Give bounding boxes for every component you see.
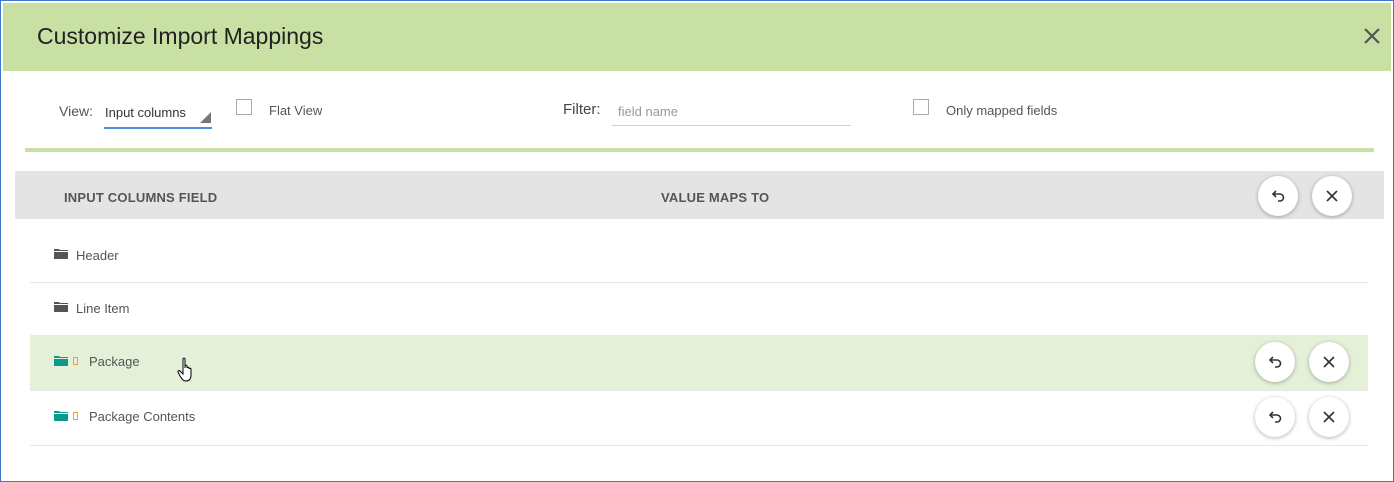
close-icon <box>1323 411 1335 423</box>
dropdown-triangle-icon <box>200 112 211 123</box>
reset-all-button[interactable] <box>1258 176 1298 216</box>
view-label: View: <box>59 103 93 119</box>
dialog-title: Customize Import Mappings <box>37 23 324 49</box>
folder-icon <box>54 356 68 366</box>
clear-row-button[interactable] <box>1309 397 1349 437</box>
close-icon[interactable] <box>1361 25 1383 47</box>
flat-view-label: Flat View <box>269 103 323 118</box>
row-label: Header <box>76 248 119 263</box>
undo-icon <box>1268 356 1282 368</box>
clear-row-button[interactable] <box>1309 342 1349 382</box>
undo-icon <box>1271 190 1285 202</box>
grid-header: INPUT COLUMNS FIELD VALUE MAPS TO <box>15 171 1384 219</box>
close-icon <box>1323 356 1335 368</box>
filter-input[interactable] <box>612 97 851 126</box>
row-label: Package Contents <box>89 409 196 424</box>
only-mapped-checkbox[interactable] <box>913 99 929 115</box>
view-select-value: Input columns <box>105 105 186 120</box>
folder-icon <box>54 411 68 421</box>
dialog-titlebar: Customize Import Mappings <box>3 3 1391 71</box>
toolbar-divider <box>25 148 1374 152</box>
row-label: Package <box>89 354 140 369</box>
clear-all-button[interactable] <box>1312 176 1352 216</box>
filter-label: Filter: <box>563 101 601 118</box>
reset-row-button[interactable] <box>1255 342 1295 382</box>
flat-view-checkbox[interactable] <box>236 99 252 115</box>
only-mapped-label: Only mapped fields <box>946 103 1058 118</box>
folder-icon <box>54 302 68 312</box>
folder-icon <box>54 249 68 259</box>
mapped-marker-icon <box>73 412 78 420</box>
table-row[interactable]: Header <box>30 229 1368 283</box>
mapped-marker-icon <box>73 357 78 365</box>
undo-icon <box>1268 411 1282 423</box>
col-header-field: INPUT COLUMNS FIELD <box>64 190 218 205</box>
reset-row-button[interactable] <box>1255 397 1295 437</box>
close-icon <box>1326 190 1338 202</box>
view-select[interactable]: Input columns <box>104 99 212 129</box>
import-mappings-dialog: Customize Import Mappings View: Input co… <box>0 0 1394 482</box>
table-row[interactable]: Line Item <box>30 282 1368 336</box>
table-row[interactable]: Package Contents <box>30 390 1368 446</box>
row-label: Line Item <box>76 301 130 316</box>
table-row[interactable]: Package <box>30 335 1368 391</box>
col-header-maps-to: VALUE MAPS TO <box>661 190 770 205</box>
